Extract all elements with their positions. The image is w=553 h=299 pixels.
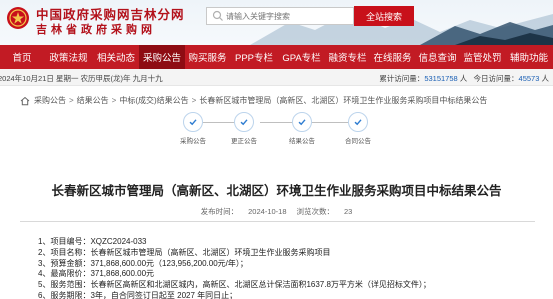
item-project-number: 1、项目编号：XQZC2024-033	[38, 237, 147, 246]
search-box[interactable]	[206, 7, 354, 25]
step-procurement-notice[interactable]: 采购公告	[178, 112, 208, 145]
breadcrumb-separator: >	[111, 96, 117, 105]
breadcrumb: 采购公告 > 结果公告 > 中标(成交)结果公告 > 长春新区城市管理局（高新区…	[20, 95, 487, 106]
nav-item-online-services[interactable]: 在线服务	[370, 45, 415, 69]
divider	[20, 221, 535, 222]
item-max-price: 4、最高限价：371,868,600.00元	[38, 269, 155, 279]
step-label: 结果公告	[289, 138, 315, 145]
main-nav: 首页 政策法规 相关动态 采购公告 购买服务 PPP专栏 GPA专栏 融资专栏 …	[0, 45, 553, 69]
item-project-name: 2、项目名称：长春新区城市管理局（高新区、北湖区）环境卫生作业服务采购项目	[38, 247, 331, 257]
nav-item-supervision[interactable]: 监管处罚	[460, 45, 505, 69]
site-header: 中国政府采购网吉林分网 吉林省政府采购网 全站搜索	[0, 0, 553, 45]
step-circle	[183, 112, 203, 132]
breadcrumb-item-results[interactable]: 结果公告	[77, 95, 109, 106]
item-service-period: 6、服务期限：3年，自合同签订日起至 2027 年同日止；	[38, 290, 238, 299]
views-label: 浏览次数：	[296, 207, 335, 216]
breadcrumb-item-award-results[interactable]: 中标(成交)结果公告	[119, 95, 188, 106]
site-subtitle: 吉林省政府采购网	[36, 24, 156, 36]
total-visits-label: 累计访问量：	[379, 74, 425, 83]
nav-item-procurement-notices[interactable]: 采购公告	[139, 45, 185, 69]
nav-item-purchase-services[interactable]: 购买服务	[185, 45, 230, 69]
step-label: 采购公告	[180, 138, 206, 145]
search-button[interactable]: 全站搜索	[354, 6, 414, 26]
nav-item-news[interactable]: 相关动态	[93, 45, 139, 69]
step-result-notice[interactable]: 结果公告	[287, 112, 317, 145]
search-icon	[212, 10, 223, 21]
breadcrumb-separator: >	[69, 96, 74, 105]
publish-label: 发布时间：	[200, 207, 239, 216]
check-icon	[189, 119, 197, 126]
step-circle	[234, 112, 254, 132]
nav-item-accessibility[interactable]: 辅助功能	[505, 45, 553, 69]
total-visits-value: 53151758	[424, 74, 458, 83]
today-visits-unit: 人	[541, 74, 550, 83]
step-label: 合同公告	[345, 138, 371, 145]
check-icon	[298, 119, 306, 126]
breadcrumb-item-notices[interactable]: 采购公告	[34, 95, 66, 106]
nav-item-financing[interactable]: 融资专栏	[325, 45, 370, 69]
item-service-scope: 5、服务范围：长春新区高新区和北湖区城内，高新区、北湖区总计保洁面积1637.8…	[38, 280, 431, 290]
article-title: 长春新区城市管理局（高新区、北湖区）环境卫生作业服务采购项目中标结果公告	[51, 184, 502, 198]
breadcrumb-item-current: 长春新区城市管理局（高新区、北湖区）环境卫生作业服务采购项目中标结果公告	[199, 96, 488, 105]
today-visits-label: 今日访问量：	[473, 74, 519, 83]
total-visits-unit: 人	[459, 74, 468, 83]
article-body: 1、项目编号：XQZC2024-033 2、项目名称：长春新区城市管理局（高新区…	[38, 237, 431, 299]
today-visits-value: 45573	[518, 74, 540, 83]
notice-progress-steps: 采购公告 更正公告 结果公告 合同公告	[0, 112, 553, 148]
item-budget: 3、预算金额：371,868,600.00元（123,956,200.00元/年…	[38, 258, 248, 268]
nav-item-policies[interactable]: 政策法规	[44, 45, 93, 69]
article-meta: 发布时间： 2024-10-18 浏览次数： 23	[0, 206, 553, 217]
nav-item-gpa[interactable]: GPA专栏	[278, 45, 325, 69]
step-correction-notice[interactable]: 更正公告	[229, 112, 259, 145]
publish-date: 2024-10-18	[248, 207, 287, 216]
step-circle	[348, 112, 368, 132]
date-stats-bar: 2024年10月21日 星期一 农历甲辰(龙)年 九月十九 累计访问量：5315…	[0, 69, 553, 86]
step-contract-notice[interactable]: 合同公告	[343, 112, 373, 145]
visit-stats: 累计访问量：53151758 人 今日访问量：45573 人	[379, 73, 549, 84]
breadcrumb-separator: >	[191, 96, 197, 105]
current-date: 2024年10月21日 星期一 农历甲辰(龙)年 九月十九	[0, 74, 163, 83]
nav-item-ppp[interactable]: PPP专栏	[230, 45, 278, 69]
check-icon	[240, 119, 248, 126]
home-icon[interactable]	[20, 96, 30, 106]
nav-item-info-query[interactable]: 信息查询	[415, 45, 460, 69]
search-input[interactable]	[226, 11, 346, 21]
nav-item-home[interactable]: 首页	[0, 45, 44, 69]
check-icon	[354, 119, 362, 126]
step-label: 更正公告	[231, 138, 257, 145]
views-count: 23	[344, 207, 353, 216]
emblem-logo[interactable]	[6, 6, 30, 30]
step-circle	[292, 112, 312, 132]
